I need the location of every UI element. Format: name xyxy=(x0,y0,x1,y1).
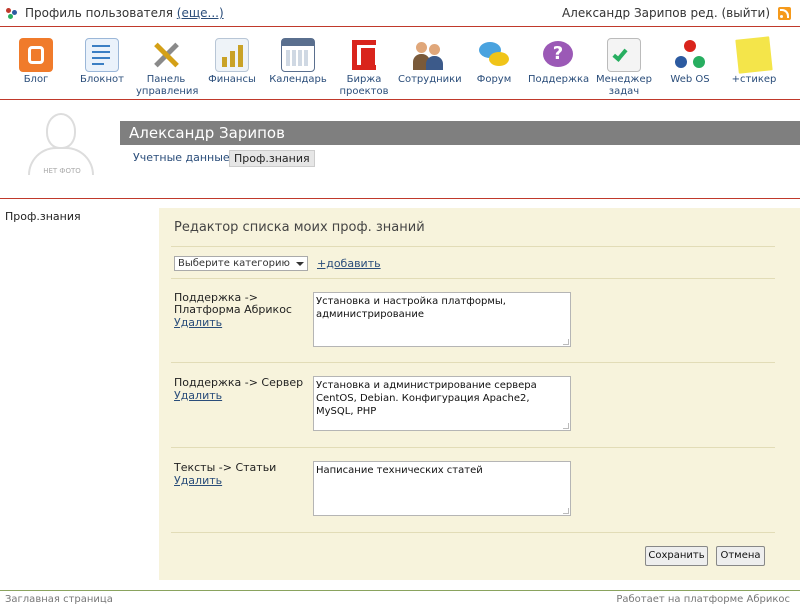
toolbar-item-sticker[interactable]: +стикер xyxy=(724,34,784,86)
avatar-head-shape xyxy=(46,113,76,149)
powered-by-text: Работает на платформе Абрикос xyxy=(616,594,790,605)
skill-description-text: Написание технических статей xyxy=(316,465,483,476)
delete-skill-link[interactable]: Удалить xyxy=(174,474,222,487)
user-name: Александр Зарипов xyxy=(561,6,687,20)
exchange-logo-icon xyxy=(347,38,381,72)
toolbar-item-forum[interactable]: Форум xyxy=(464,34,524,86)
tools-icon xyxy=(149,38,183,72)
separator xyxy=(171,246,775,247)
skill-category-label: Поддержка -> Платформа Абрикос xyxy=(174,291,292,316)
resize-grip-icon[interactable] xyxy=(563,508,569,514)
toolbar-item-notepad[interactable]: Блокнот xyxy=(72,34,132,86)
top-bar: Профиль пользователя (еще...) Александр … xyxy=(0,0,800,27)
category-select-value: Выберите категорию xyxy=(178,258,290,269)
skill-description-text: Установка и настройка платформы, админис… xyxy=(316,296,506,320)
delete-skill-link[interactable]: Удалить xyxy=(174,316,222,329)
chat-bubbles-icon xyxy=(477,38,511,72)
toolbar-item-staff[interactable]: Сотрудники xyxy=(398,34,462,86)
tab-account-data[interactable]: Учетные данные xyxy=(133,151,230,164)
toolbar-item-label: Календарь xyxy=(269,74,327,85)
toolbar-item-blog[interactable]: Блог xyxy=(6,34,66,86)
toolbar-item-projects-exchange[interactable]: Биржа проектов xyxy=(334,34,394,98)
profile-name: Александр Зарипов xyxy=(120,121,800,145)
toolbar-item-web-os[interactable]: Web OS xyxy=(660,34,720,86)
save-button[interactable]: Сохранить xyxy=(645,546,708,566)
toolbar-item-label: Панель управления xyxy=(136,74,199,97)
editor-heading: Редактор списка моих проф. знаний xyxy=(174,220,425,235)
footer-divider xyxy=(0,590,800,591)
resize-grip-icon[interactable] xyxy=(563,423,569,429)
delete-skill-link[interactable]: Удалить xyxy=(174,389,222,402)
skills-editor-panel: Редактор списка моих проф. знаний Выбери… xyxy=(159,208,800,580)
notepad-icon xyxy=(85,38,119,72)
separator xyxy=(171,532,775,533)
toolbar-item-task-manager[interactable]: Менеджер задач xyxy=(594,34,654,98)
separator xyxy=(171,278,775,279)
separator xyxy=(171,362,775,363)
category-select[interactable]: Выберите категорию xyxy=(174,256,308,271)
molecule-icon xyxy=(673,38,707,72)
toolbar-item-label: Финансы xyxy=(208,74,256,85)
app-toolbar: Блог Блокнот Панель управления Финансы К… xyxy=(0,34,800,100)
resize-grip-icon[interactable] xyxy=(563,339,569,345)
toolbar-item-label: +стикер xyxy=(731,74,777,85)
toolbar-item-finance[interactable]: Финансы xyxy=(202,34,262,86)
section-divider xyxy=(0,198,800,199)
toolbar-item-label: Поддержка xyxy=(528,74,590,85)
avatar-placeholder: НЕТ ФОТО xyxy=(22,111,102,181)
chevron-down-icon xyxy=(296,262,304,266)
finance-chart-icon xyxy=(215,38,249,72)
rss-icon[interactable] xyxy=(778,7,791,20)
more-link[interactable]: (еще...) xyxy=(177,6,224,20)
toolbar-item-calendar[interactable]: Календарь xyxy=(268,34,328,86)
skill-description-textarea[interactable]: Установка и администрирование сервера Ce… xyxy=(313,376,571,431)
page-title: Профиль пользователя (еще...) xyxy=(25,6,224,20)
logout-link[interactable]: (выйти) xyxy=(722,6,771,20)
skill-description-textarea[interactable]: Установка и настройка платформы, админис… xyxy=(313,292,571,347)
skill-category-label: Поддержка -> Сервер xyxy=(174,376,304,389)
task-check-icon xyxy=(607,38,641,72)
toolbar-item-label: Биржа проектов xyxy=(339,74,389,97)
skill-description-textarea[interactable]: Написание технических статей xyxy=(313,461,571,516)
home-page-link[interactable]: Заглавная страница xyxy=(5,594,113,605)
toolbar-item-label: Менеджер задач xyxy=(596,74,652,97)
edit-profile-link[interactable]: ред. xyxy=(691,6,718,20)
user-info: Александр Зарипов ред. (выйти) xyxy=(562,6,770,20)
toolbar-item-support[interactable]: ? Поддержка xyxy=(528,34,590,86)
question-icon: ? xyxy=(541,38,575,72)
toolbar-item-label: Блокнот xyxy=(80,74,124,85)
cancel-button[interactable]: Отмена xyxy=(716,546,765,566)
blogger-icon xyxy=(19,38,53,72)
toolbar-item-label: Блог xyxy=(23,74,49,85)
add-skill-link[interactable]: +добавить xyxy=(317,257,381,270)
page-title-text: Профиль пользователя xyxy=(25,6,173,20)
toolbar-item-control-panel[interactable]: Панель управления xyxy=(136,34,199,98)
sticky-note-icon xyxy=(735,36,773,74)
skill-description-text: Установка и администрирование сервера Ce… xyxy=(316,380,537,417)
abrikos-logo-icon xyxy=(6,8,18,20)
separator xyxy=(171,447,775,448)
toolbar-item-label: Сотрудники xyxy=(398,74,462,85)
skill-category-label: Тексты -> Статьи xyxy=(174,461,277,474)
toolbar-item-label: Форум xyxy=(476,74,512,85)
tab-skills[interactable]: Проф.знания xyxy=(229,150,315,167)
people-icon xyxy=(411,38,445,72)
calendar-icon xyxy=(281,38,315,72)
sidebar-item-skills[interactable]: Проф.знания xyxy=(5,210,81,223)
toolbar-item-label: Web OS xyxy=(670,74,710,85)
no-photo-label: НЕТ ФОТО xyxy=(43,167,81,175)
